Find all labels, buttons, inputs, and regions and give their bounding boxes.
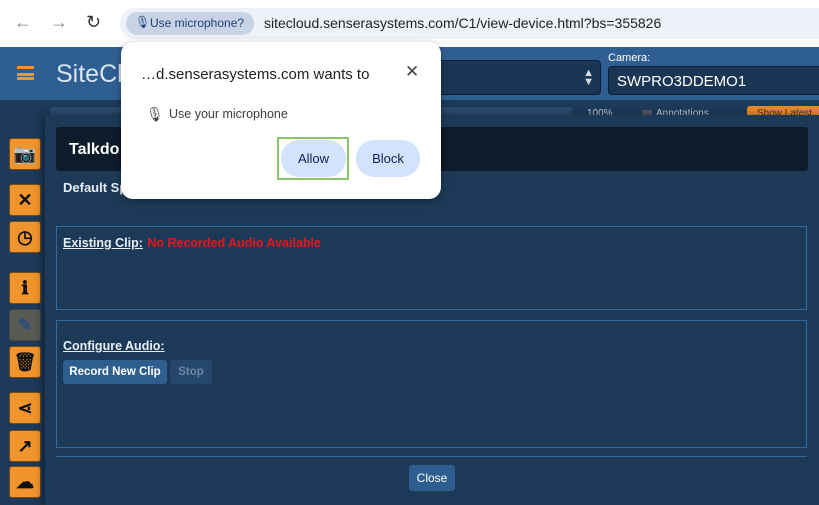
no-audio-message: No Recorded Audio Available [147, 236, 321, 250]
microphone-icon: 🎙 [146, 106, 164, 122]
hamburger-menu-icon[interactable] [17, 66, 34, 80]
select-arrows-icon: ▲ ▼ [583, 67, 594, 88]
trash-icon[interactable]: 🗑 [9, 346, 41, 378]
stop-button[interactable]: Stop [170, 360, 212, 384]
url-text[interactable]: sitecloud.senserasystems.com/C1/view-dev… [264, 15, 661, 31]
share-icon[interactable]: ⋖ [9, 392, 41, 424]
allow-button[interactable]: Allow [281, 140, 346, 177]
pencil-icon[interactable]: ✎ [9, 309, 41, 341]
info-icon[interactable]: ℹ [9, 272, 41, 304]
tools-icon[interactable]: ✕ [9, 184, 41, 216]
divider [56, 456, 807, 457]
default-speaker-label: Default Sp [63, 180, 128, 195]
record-new-clip-button[interactable]: Record New Clip [63, 360, 167, 384]
clock-icon[interactable]: ◷ [9, 221, 41, 253]
camera-select[interactable]: SWPRO3DDEMO1 [608, 66, 819, 95]
back-icon[interactable]: ← [14, 12, 32, 33]
block-button[interactable]: Block [356, 140, 420, 177]
forward-icon[interactable]: → [50, 12, 68, 33]
camera-label: Camera: [608, 52, 651, 64]
close-button[interactable]: Close [409, 465, 455, 491]
microphone-icon: 🎙 [135, 15, 151, 29]
existing-clip-box: Existing Clip: No Recorded Audio Availab… [56, 226, 807, 310]
configure-audio-label: Configure Audio: [63, 339, 165, 353]
close-icon[interactable]: ✕ [405, 62, 419, 82]
export-icon[interactable]: ↗ [9, 430, 41, 462]
mic-chip-label: Use microphone? [150, 16, 245, 30]
mic-permission-chip[interactable]: 🎙 Use microphone? [126, 12, 254, 35]
cloud-download-icon[interactable]: ☁ [9, 466, 41, 498]
modal-title: Talkdo [69, 141, 120, 158]
existing-clip-label: Existing Clip: [63, 236, 143, 250]
site-select[interactable]: ▲ ▼ [420, 60, 601, 95]
reload-icon[interactable]: ↻ [86, 12, 101, 33]
popup-title: …d.senserasystems.com wants to [141, 66, 370, 83]
configure-audio-box: Configure Audio: [56, 320, 807, 448]
camera-icon[interactable]: 📷 [9, 138, 41, 170]
permission-text: Use your microphone [169, 107, 288, 121]
